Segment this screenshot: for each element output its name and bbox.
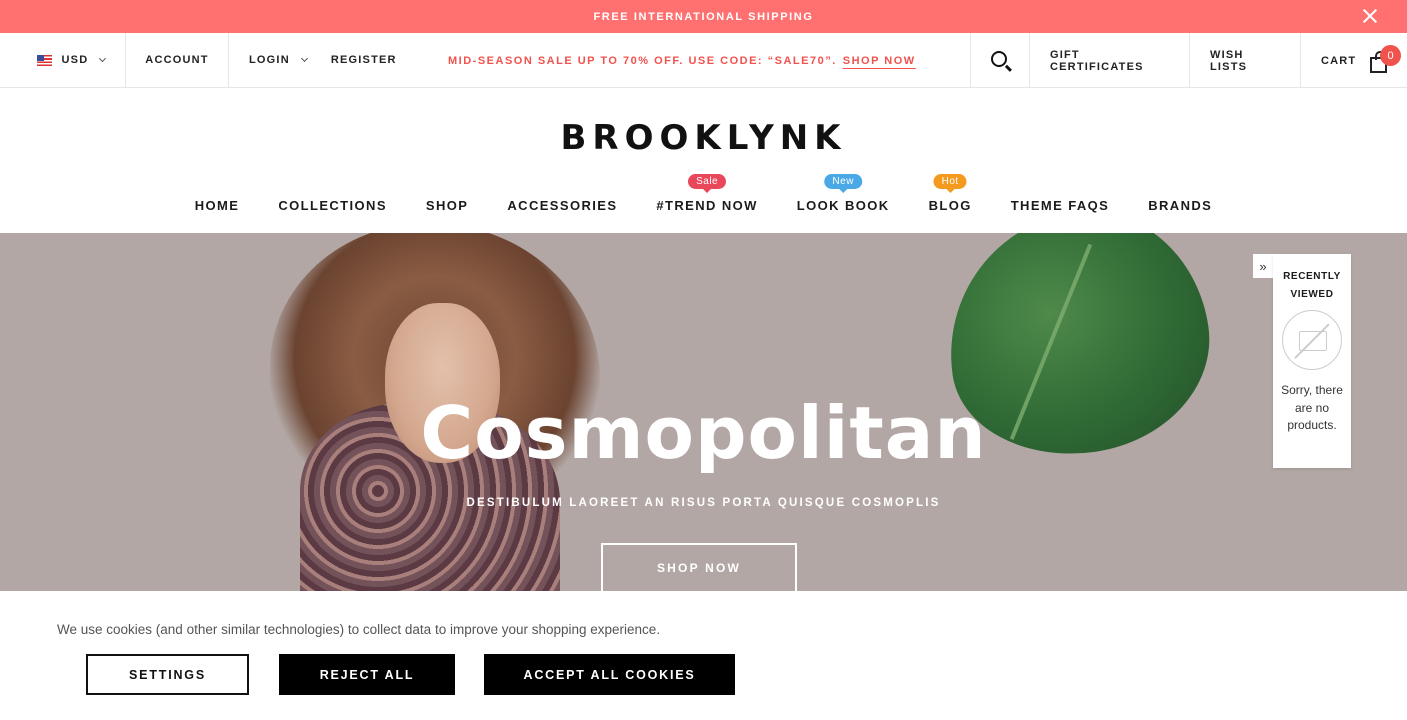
gift-certificates-label: GIFT CERTIFICATES [1050,48,1144,73]
double-chevron-right-icon: » [1259,258,1267,274]
account-label: ACCOUNT [145,54,209,66]
top-bar-right: GIFT CERTIFICATES WISH LISTS CART 0 [970,33,1407,88]
nav-item-label: #TREND NOW [656,198,758,213]
nav-item-label: BLOG [928,198,972,213]
hero-subtitle: DESTIBULUM LAOREET AN RISUS PORTA QUISQU… [466,497,941,509]
cart-link[interactable]: CART 0 [1300,33,1407,88]
nav-item-label: BRANDS [1148,198,1213,213]
new-badge: New [824,174,862,193]
nav-item-look-book[interactable]: New LOOK BOOK [796,174,890,213]
nav-item-accessories[interactable]: ACCESSORIES [507,198,617,213]
nav-item-collections[interactable]: COLLECTIONS [278,198,387,213]
chevron-down-icon [99,54,107,62]
promo-shop-now-link[interactable]: SHOP NOW [843,55,916,67]
currency-selector[interactable]: USD [0,32,126,88]
us-flag-icon [37,54,52,66]
nav-item-label: SHOP [425,198,469,213]
nav-item-brands[interactable]: BRANDS [1148,198,1212,213]
announcement-bar: FREE INTERNATIONAL SHIPPING [0,0,1407,33]
recently-viewed-title: RECENTLY VIEWED [1283,271,1341,300]
nav-item-shop[interactable]: SHOP [426,198,468,213]
no-image-icon [1282,310,1342,370]
nav-item-label: LOOK BOOK [796,198,890,213]
cart-label: CART [1321,54,1357,67]
search-icon [990,51,1007,67]
hero-title: Cosmopolitan [420,391,987,475]
nav-item-home[interactable]: HOME [195,198,240,213]
cookie-message: We use cookies (and other similar techno… [57,622,661,637]
recently-viewed-toggle[interactable]: » [1253,254,1273,278]
nav-item-label: HOME [194,198,240,213]
cookie-settings-button[interactable]: SETTINGS [86,654,249,695]
nav-item-label: THEME FAQS [1010,198,1110,213]
recently-viewed-empty-message: Sorry, there are no products. [1281,383,1343,432]
nav-item-label: COLLECTIONS [278,198,387,213]
login-register: LOGIN REGISTER [229,33,417,88]
hero-shop-now-button[interactable]: SHOP NOW [601,543,797,591]
main-nav: HOME COLLECTIONS SHOP ACCESSORIES Sale #… [0,174,1407,213]
promo-text: MID-SEASON SALE UP TO 70% OFF. USE CODE:… [448,54,837,67]
nav-item-blog[interactable]: Hot BLOG [928,174,972,213]
hero-banner: Cosmopolitan DESTIBULUM LAOREET AN RISUS… [0,233,1407,591]
register-link[interactable]: REGISTER [331,54,397,66]
gift-certificates-link[interactable]: GIFT CERTIFICATES [1029,33,1189,88]
hot-badge: Hot [933,174,967,193]
cookie-banner: We use cookies (and other similar techno… [0,591,1407,720]
reject-all-button[interactable]: REJECT ALL [279,654,455,695]
announcement-text: FREE INTERNATIONAL SHIPPING [593,10,814,23]
site-logo[interactable]: BROOKLYNK [0,118,1407,158]
sale-badge: Sale [688,174,727,193]
promo-message: MID-SEASON SALE UP TO 70% OFF. USE CODE:… [448,33,916,88]
nav-item-label: ACCESSORIES [507,198,618,213]
login-link[interactable]: LOGIN [249,54,290,66]
chevron-down-icon [300,54,308,62]
wish-lists-label: WISH LISTS [1210,48,1248,73]
accept-all-cookies-button[interactable]: ACCEPT ALL COOKIES [484,654,735,695]
nav-item-trend-now[interactable]: Sale #TREND NOW [656,174,758,213]
search-button[interactable] [970,33,1029,88]
cart-count-badge: 0 [1380,45,1401,66]
close-icon[interactable] [1361,7,1379,25]
recently-viewed-panel: RECENTLY VIEWED Sorry, there are no prod… [1273,254,1351,468]
top-bar: USD ACCOUNT LOGIN REGISTER MID-SEASON SA… [0,32,1407,88]
wish-lists-link[interactable]: WISH LISTS [1189,33,1300,88]
currency-label: USD [61,54,89,66]
nav-item-theme-faqs[interactable]: THEME FAQS [1011,198,1110,213]
account-link[interactable]: ACCOUNT [126,32,229,88]
